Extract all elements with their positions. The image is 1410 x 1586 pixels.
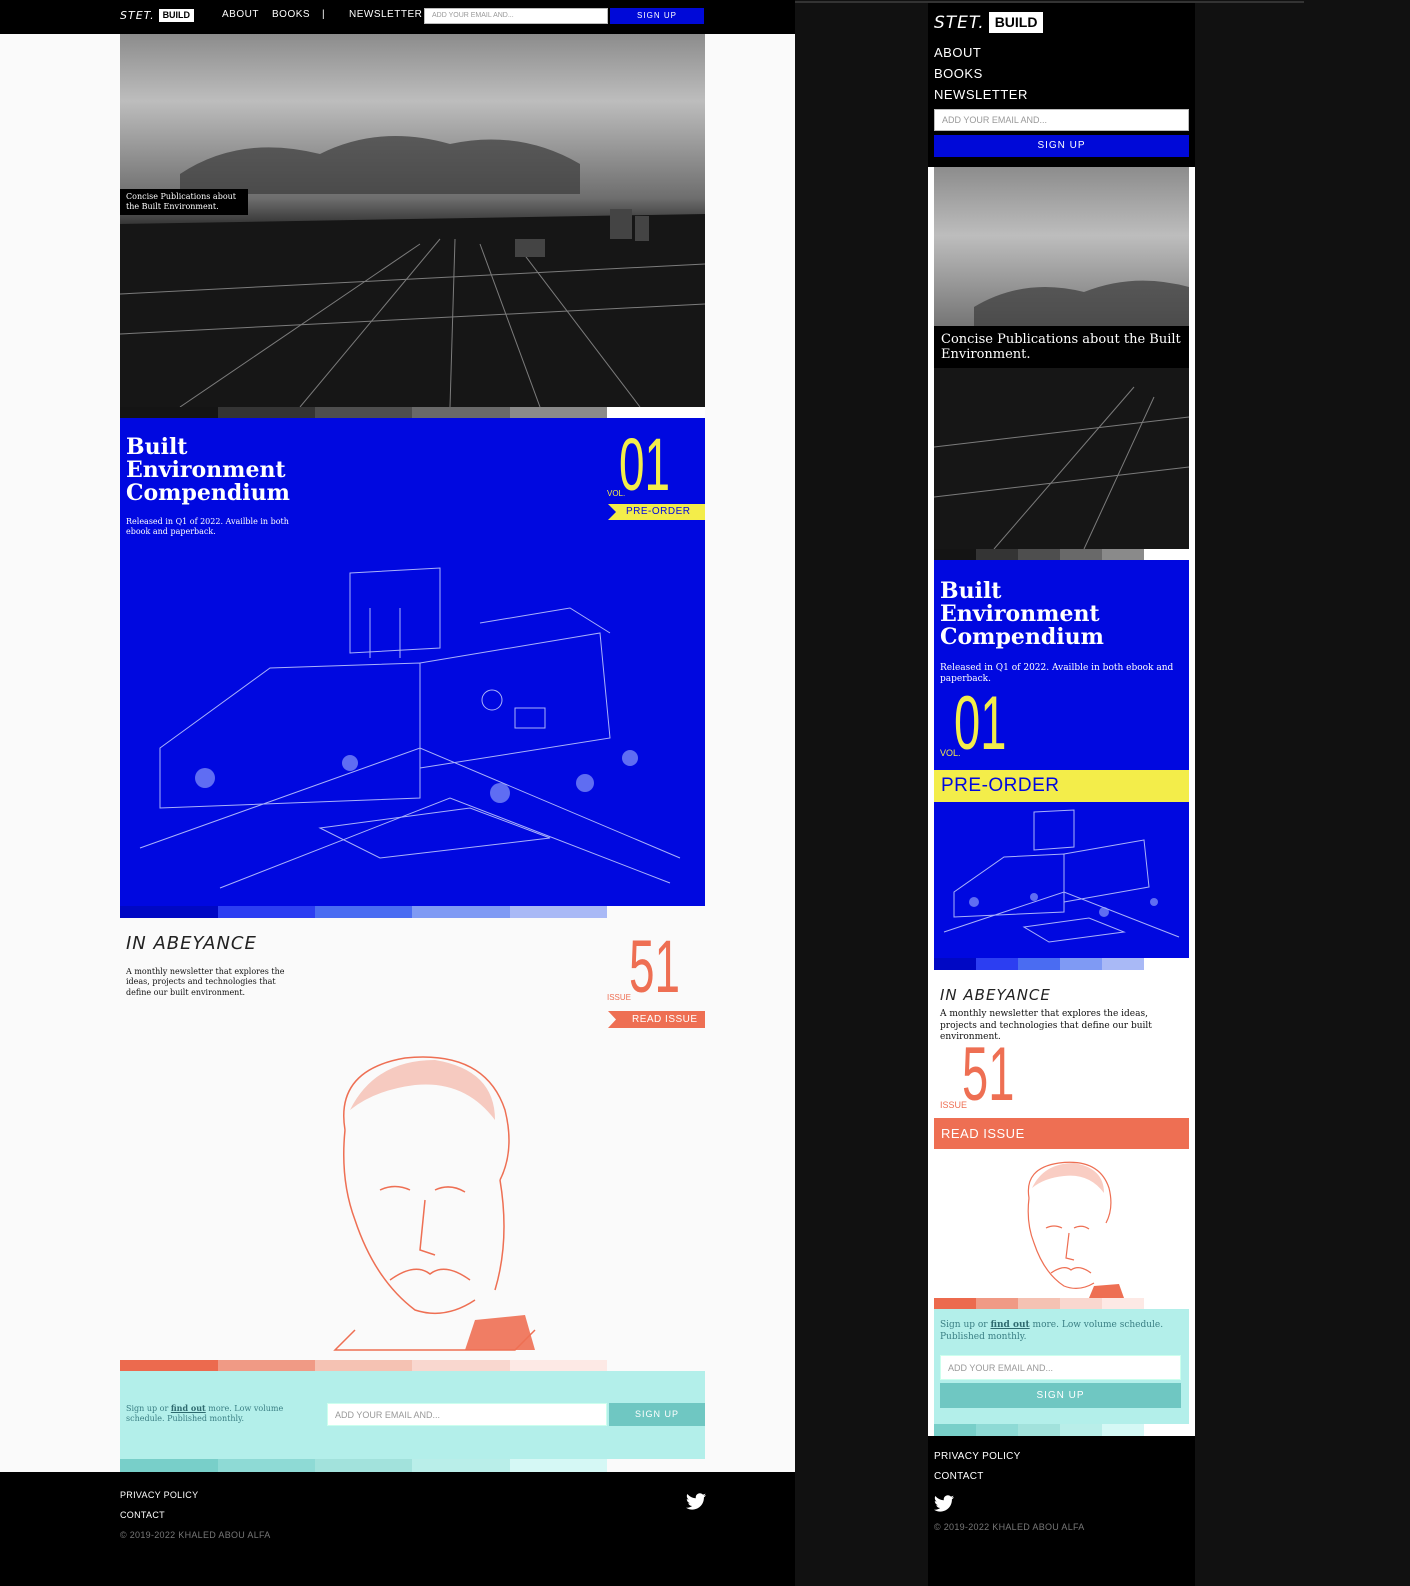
book-title-line1: Built	[126, 434, 188, 460]
mobile-subscribe-stripes	[934, 1424, 1189, 1436]
issue-label: ISSUE	[607, 993, 632, 1002]
nav-separator: |	[322, 9, 326, 20]
subscribe-email-input[interactable]: ADD YOUR EMAIL AND...	[327, 1403, 607, 1426]
subscribe-text: Sign up or find out more. Low volume sch…	[126, 1403, 301, 1425]
mobile-subscribe-text-before: Sign up or	[940, 1320, 991, 1330]
twitter-icon[interactable]	[686, 1493, 706, 1510]
vol-number: 01	[619, 423, 671, 506]
header-email-input[interactable]: ADD YOUR EMAIL AND...	[424, 8, 608, 24]
find-out-link[interactable]: find out	[171, 1403, 206, 1413]
mobile-footer: PRIVACY POLICY CONTACT © 2019-2022 KHALE…	[928, 1436, 1195, 1586]
book-section: Built Environment Compendium Released in…	[120, 418, 705, 906]
mobile-book-stripes	[934, 958, 1189, 970]
logo-build: BUILD	[158, 9, 195, 22]
mobile-header-signup-button[interactable]: SIGN UP	[934, 135, 1189, 157]
mobile-copyright: © 2019-2022 KHALED ABOU ALFA	[934, 1522, 1085, 1532]
nav-newsletter[interactable]: NEWSLETTER	[349, 9, 422, 20]
mobile-preorder-button[interactable]: PRE-ORDER	[934, 770, 1189, 802]
read-issue-button[interactable]: READ ISSUE	[608, 1011, 705, 1028]
hero-image: Concise Publications about the Built Env…	[120, 34, 705, 407]
top-navbar: STET. BUILD ABOUT BOOKS | NEWSLETTER ADD…	[0, 0, 795, 34]
portrait-illustration	[333, 1056, 536, 1351]
mobile-nav-about[interactable]: ABOUT	[934, 45, 981, 60]
subscribe-section: Sign up or find out more. Low volume sch…	[120, 1371, 705, 1459]
mobile-book-section: Built Environment Compendium Released in…	[934, 560, 1189, 958]
mobile-book-title-line3: Compendium	[940, 624, 1104, 651]
mobile-find-out-link[interactable]: find out	[990, 1320, 1029, 1330]
subscribe-text-before: Sign up or	[126, 1404, 171, 1413]
privacy-policy-link[interactable]: PRIVACY POLICY	[120, 1490, 198, 1500]
contact-link[interactable]: CONTACT	[120, 1510, 165, 1520]
mobile-subscribe-section: Sign up or find out more. Low volume sch…	[934, 1309, 1189, 1424]
mobile-hero-stripes	[934, 549, 1189, 560]
mobile-newsletter-title: IN ABEYANCE	[940, 986, 1051, 1004]
mobile-vol-number: 01	[954, 681, 1007, 766]
book-description: Released in Q1 of 2022. Availble in both…	[126, 517, 289, 536]
logo-stet: STET.	[120, 9, 155, 22]
mobile-logo[interactable]: STET. BUILD	[934, 12, 1044, 33]
newsletter-stripes	[120, 1360, 705, 1371]
mobile-book-title-line2: Environment	[940, 601, 1100, 628]
cityscape-illustration	[120, 136, 705, 407]
book-title: Built Environment Compendium	[126, 434, 290, 507]
mobile-privacy-policy-link[interactable]: PRIVACY POLICY	[934, 1451, 1021, 1462]
mobile-nav-newsletter[interactable]: NEWSLETTER	[934, 87, 1028, 102]
logo[interactable]: STET. BUILD	[120, 9, 195, 22]
mobile-header-email-input[interactable]: ADD YOUR EMAIL AND...	[934, 109, 1189, 131]
mobile-subscribe-text: Sign up or find out more. Low volume sch…	[940, 1320, 1180, 1343]
hero-tagline: Concise Publications about the Built Env…	[120, 189, 248, 215]
copyright: © 2019-2022 KHALED ABOU ALFA	[120, 1530, 271, 1540]
issue-number: 51	[629, 925, 681, 1008]
book-stripes	[120, 906, 705, 918]
nav-about[interactable]: ABOUT	[222, 9, 259, 20]
subscribe-signup-button[interactable]: SIGN UP	[609, 1403, 705, 1426]
header-signup-button[interactable]: SIGN UP	[610, 8, 704, 24]
mobile-book-title-line1: Built	[940, 578, 1002, 604]
mobile-issue-number: 51	[962, 1032, 1015, 1117]
building-illustration	[139, 567, 681, 889]
desktop-view: STET. BUILD ABOUT BOOKS | NEWSLETTER ADD…	[0, 0, 795, 1586]
mobile-book-title: Built Environment Compendium	[940, 578, 1104, 651]
mobile-logo-stet: STET.	[934, 12, 985, 33]
nav-books[interactable]: BOOKS	[272, 9, 310, 20]
mobile-read-issue-button[interactable]: READ ISSUE	[934, 1118, 1189, 1149]
mobile-header: STET. BUILD ABOUT BOOKS NEWSLETTER ADD Y…	[928, 3, 1195, 167]
preorder-button[interactable]: PRE-ORDER	[608, 504, 705, 520]
mobile-hero-image: Concise Publications about the Built Env…	[934, 167, 1189, 549]
mobile-subscribe-email-input[interactable]: ADD YOUR EMAIL AND...	[940, 1355, 1181, 1380]
hero-stripes	[120, 407, 705, 418]
mobile-logo-build: BUILD	[988, 12, 1044, 33]
book-title-line3: Compendium	[126, 480, 290, 507]
newsletter-description: A monthly newsletter that explores the i…	[126, 967, 285, 997]
subscribe-stripes	[120, 1459, 705, 1472]
mobile-nav-books[interactable]: BOOKS	[934, 66, 983, 81]
mobile-subscribe-signup-button[interactable]: SIGN UP	[940, 1383, 1181, 1408]
book-title-line2: Environment	[126, 457, 286, 484]
mobile-view: STET. BUILD ABOUT BOOKS NEWSLETTER ADD Y…	[928, 3, 1195, 1586]
mobile-hero-tagline: Concise Publications about the Built Env…	[934, 326, 1189, 368]
mobile-contact-link[interactable]: CONTACT	[934, 1471, 984, 1482]
newsletter-title: IN ABEYANCE	[126, 933, 257, 954]
footer: PRIVACY POLICY CONTACT © 2019-2022 KHALE…	[0, 1472, 795, 1586]
mobile-portrait-illustration	[1027, 1161, 1124, 1298]
mobile-newsletter-stripes	[934, 1298, 1189, 1309]
mobile-twitter-icon[interactable]	[934, 1495, 954, 1512]
mobile-building-illustration	[943, 809, 1180, 943]
